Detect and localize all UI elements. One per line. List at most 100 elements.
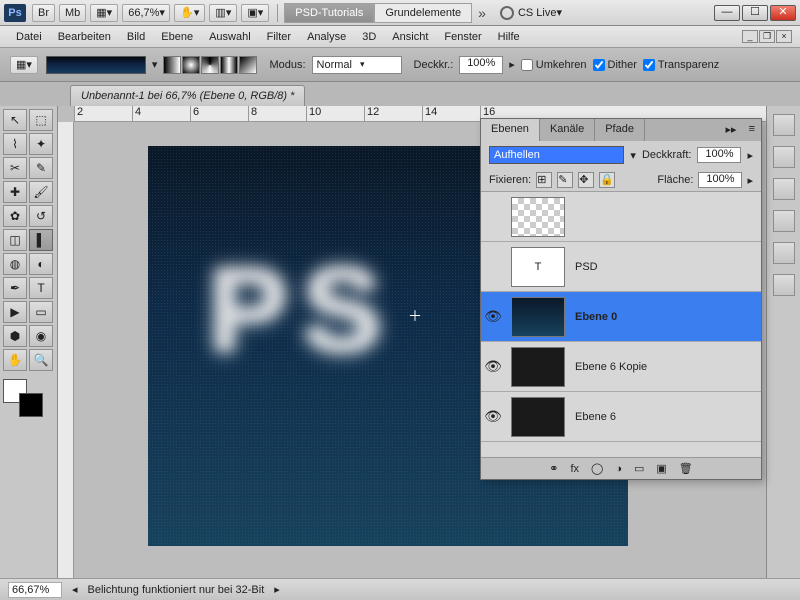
layer-thumb[interactable] (511, 197, 565, 237)
new-layer-icon[interactable]: ▣ (656, 462, 666, 475)
lock-move[interactable]: ✥ (578, 172, 594, 188)
panel-collapse-icon[interactable]: ▸▸ (720, 119, 743, 141)
fx-button[interactable]: fx (570, 463, 579, 475)
layer-visibility[interactable]: 👁 (481, 308, 505, 325)
menu-datei[interactable]: Datei (8, 31, 50, 43)
doc-min-button[interactable]: _ (742, 30, 758, 43)
maximize-button[interactable]: ☐ (742, 5, 768, 21)
3d-camera-tool[interactable]: ◉ (29, 325, 53, 347)
gradient-picker-arrow-icon[interactable]: ▾ (152, 58, 158, 71)
eyedropper-tool[interactable]: ✎ (29, 157, 53, 179)
lock-all[interactable]: 🔒 (599, 172, 615, 188)
layer-row-active[interactable]: 👁 Ebene 0 (481, 292, 761, 342)
heal-tool[interactable]: ✚ (3, 181, 27, 203)
lock-paint[interactable]: ✎ (557, 172, 573, 188)
adjustment-button-icon[interactable]: ◑ (615, 463, 622, 475)
menu-bearbeiten[interactable]: Bearbeiten (50, 31, 119, 43)
workspace-tab-inactive[interactable]: Grundelemente (374, 3, 472, 23)
doc-close-button[interactable]: × (776, 30, 792, 43)
close-button[interactable]: ✕ (770, 5, 796, 21)
menu-bild[interactable]: Bild (119, 31, 153, 43)
color-swatches[interactable] (3, 379, 43, 417)
screenmode-button[interactable]: ▣▾ (241, 4, 269, 22)
cslive-button[interactable]: CS Live ▾ (500, 6, 562, 20)
opacity-flyout-icon[interactable]: ▸ (509, 58, 515, 71)
layer-row[interactable]: 👁 Ebene 6 Kopie (481, 342, 761, 392)
hand-tool-shortcut[interactable]: ✋▾ (174, 4, 205, 22)
minibridge-button[interactable]: Mb (59, 4, 86, 22)
blur-tool[interactable]: ◍ (3, 253, 27, 275)
delete-layer-icon[interactable]: 🗑 (679, 462, 693, 475)
link-layers-icon[interactable]: ⚭ (549, 462, 558, 475)
layer-thumb[interactable] (511, 397, 565, 437)
blend-mode-select[interactable]: Aufhellen (489, 146, 624, 164)
workspace-more-icon[interactable]: » (472, 5, 492, 21)
dock-adjust-icon[interactable] (773, 178, 795, 200)
arrange-docs-button[interactable]: ▥▾ (209, 4, 237, 22)
fill-flyout-icon[interactable]: ▸ (747, 174, 753, 187)
dither-checkbox[interactable]: Dither (593, 59, 637, 71)
history-brush-tool[interactable]: ↺ (29, 205, 53, 227)
pen-tool[interactable]: ✒ (3, 277, 27, 299)
menu-3d[interactable]: 3D (354, 31, 384, 43)
status-next-icon[interactable]: ▸ (274, 583, 280, 596)
layer-row[interactable] (481, 192, 761, 242)
gradient-reflected[interactable] (220, 56, 238, 74)
menu-fenster[interactable]: Fenster (436, 31, 489, 43)
mode-select[interactable]: Normal (312, 56, 402, 74)
gradient-diamond[interactable] (239, 56, 257, 74)
group-button-icon[interactable]: ▭ (634, 462, 644, 475)
workspace-tab-active[interactable]: PSD-Tutorials (284, 3, 374, 23)
panel-opacity-input[interactable]: 100% (697, 147, 741, 163)
layer-visibility[interactable]: 👁 (481, 408, 505, 425)
crop-tool[interactable]: ✂ (3, 157, 27, 179)
layer-name[interactable]: Ebene 6 Kopie (571, 361, 761, 373)
dock-layers-icon[interactable] (773, 114, 795, 136)
dock-styles-icon[interactable] (773, 210, 795, 232)
menu-hilfe[interactable]: Hilfe (490, 31, 528, 43)
tab-ebenen[interactable]: Ebenen (481, 119, 540, 141)
panel-opacity-flyout-icon[interactable]: ▸ (747, 149, 753, 162)
gradient-sample[interactable] (46, 56, 146, 74)
panel-menu-icon[interactable]: ≡ (743, 119, 761, 141)
path-select-tool[interactable]: ▶ (3, 301, 27, 323)
gradient-angle[interactable] (201, 56, 219, 74)
status-prev-icon[interactable]: ◂ (72, 583, 78, 596)
3d-tool[interactable]: ⬢ (3, 325, 27, 347)
doc-restore-button[interactable]: ❐ (759, 30, 775, 43)
reverse-checkbox[interactable]: Umkehren (521, 59, 587, 71)
lock-pixels[interactable]: ⊞ (536, 172, 552, 188)
tool-preset-button[interactable]: ▦▾ (10, 56, 38, 74)
menu-filter[interactable]: Filter (259, 31, 299, 43)
layer-name[interactable]: PSD (571, 261, 761, 273)
opacity-input[interactable]: 100% (459, 56, 503, 74)
lasso-tool[interactable]: ⌇ (3, 133, 27, 155)
dodge-tool[interactable]: ◐ (29, 253, 53, 275)
bridge-button[interactable]: Br (32, 4, 55, 22)
tab-pfade[interactable]: Pfade (595, 119, 645, 141)
dock-channels-icon[interactable] (773, 146, 795, 168)
transparency-checkbox[interactable]: Transparenz (643, 59, 719, 71)
layer-row[interactable]: T PSD (481, 242, 761, 292)
blend-arrow-icon[interactable]: ▾ (630, 149, 636, 162)
zoom-tool[interactable]: 🔍 (29, 349, 53, 371)
fill-input[interactable]: 100% (698, 172, 742, 188)
eraser-tool[interactable]: ◫ (3, 229, 27, 251)
wand-tool[interactable]: ✦ (29, 133, 53, 155)
marquee-tool[interactable]: ⬚ (29, 109, 53, 131)
stamp-tool[interactable]: ✿ (3, 205, 27, 227)
layer-name[interactable]: Ebene 0 (571, 311, 761, 323)
status-zoom[interactable]: 66,67% (8, 582, 62, 598)
hand-tool[interactable]: ✋ (3, 349, 27, 371)
brush-tool[interactable]: 🖌 (29, 181, 53, 203)
document-tab[interactable]: Unbenannt-1 bei 66,7% (Ebene 0, RGB/8) * (70, 85, 305, 106)
background-swatch[interactable] (19, 393, 43, 417)
menu-auswahl[interactable]: Auswahl (201, 31, 259, 43)
shape-tool[interactable]: ▭ (29, 301, 53, 323)
menu-ebene[interactable]: Ebene (153, 31, 201, 43)
gradient-linear[interactable] (163, 56, 181, 74)
view-extras-button[interactable]: ▦▾ (90, 4, 118, 22)
gradient-radial[interactable] (182, 56, 200, 74)
layer-thumb[interactable] (511, 297, 565, 337)
dock-history-icon[interactable] (773, 274, 795, 296)
